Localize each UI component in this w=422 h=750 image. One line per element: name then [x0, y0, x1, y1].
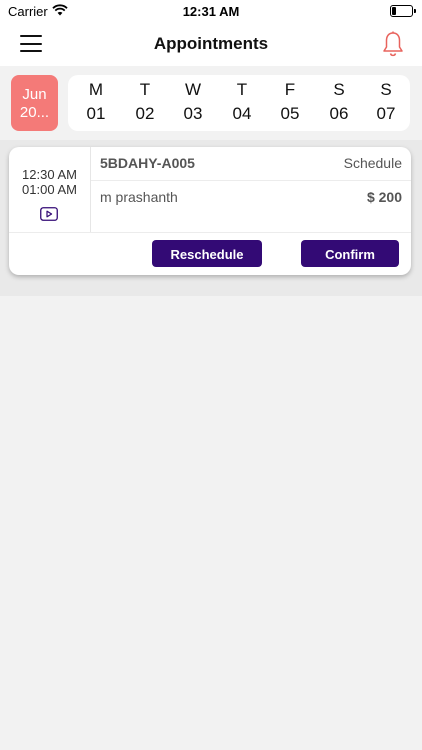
day-letter: F — [284, 80, 296, 99]
day-number: 06 — [329, 104, 349, 123]
appointment-card[interactable]: 12:30 AM 01:00 AM 5BDAHY-A005 Schedule m… — [9, 147, 411, 275]
week-calendar: Jun 20... M 01 T 02 W 03 T 04 F 05 S 06 … — [0, 66, 422, 140]
day-letter: T — [139, 80, 151, 99]
year-label: 20... — [19, 104, 50, 121]
day-sunday[interactable]: S 07 — [366, 80, 406, 124]
day-letter: M — [88, 80, 104, 99]
day-letter: S — [380, 80, 392, 99]
status-label: Schedule — [343, 155, 402, 171]
reschedule-button[interactable]: Reschedule — [152, 240, 262, 267]
day-tuesday[interactable]: T 02 — [125, 80, 165, 124]
start-time: 12:30 AM — [22, 167, 77, 182]
battery-icon — [390, 5, 416, 17]
page-title: Appointments — [153, 34, 269, 53]
bell-icon[interactable] — [382, 31, 404, 57]
day-letter: W — [184, 80, 202, 99]
day-number: 02 — [135, 104, 155, 123]
day-letter: S — [333, 80, 345, 99]
divider — [9, 232, 411, 233]
day-friday[interactable]: F 05 — [270, 80, 310, 124]
day-number: 07 — [376, 104, 396, 123]
day-thursday[interactable]: T 04 — [222, 80, 262, 124]
status-bar: Carrier 12:31 AM — [0, 0, 422, 22]
day-number: 03 — [183, 104, 203, 123]
clock-time: 12:31 AM — [182, 4, 240, 19]
confirm-button[interactable]: Confirm — [301, 240, 399, 267]
day-number: 05 — [280, 104, 300, 123]
divider — [91, 180, 411, 181]
day-strip: M 01 T 02 W 03 T 04 F 05 S 06 S 07 — [68, 75, 410, 131]
day-monday[interactable]: M 01 — [76, 80, 116, 124]
month-label: Jun — [22, 86, 47, 103]
appointment-id: 5BDAHY-A005 — [100, 155, 195, 171]
day-saturday[interactable]: S 06 — [319, 80, 359, 124]
day-letter: T — [236, 80, 248, 99]
video-play-icon — [40, 207, 58, 221]
day-number: 04 — [232, 104, 252, 123]
nav-bar: Appointments — [0, 22, 422, 66]
appointment-price: $ 200 — [366, 189, 402, 205]
end-time: 01:00 AM — [22, 182, 77, 197]
appointment-time-column: 12:30 AM 01:00 AM — [9, 147, 91, 232]
month-selector[interactable]: Jun 20... — [11, 75, 58, 131]
patient-name: m prashanth — [100, 189, 178, 205]
appointments-list: 12:30 AM 01:00 AM 5BDAHY-A005 Schedule m… — [0, 140, 422, 296]
day-number: 01 — [86, 104, 106, 123]
day-wednesday[interactable]: W 03 — [173, 80, 213, 124]
